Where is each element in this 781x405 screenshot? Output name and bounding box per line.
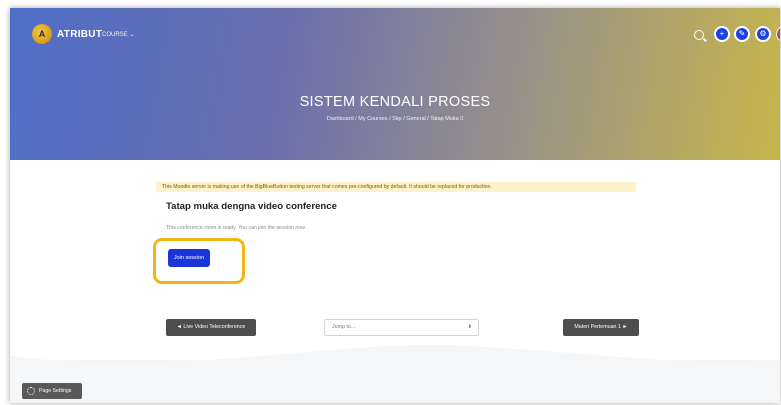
join-session-button[interactable]: Join session	[168, 249, 210, 267]
add-icon[interactable]: +	[714, 26, 730, 42]
previous-activity-button[interactable]: ◄ Live Video Teleconference	[166, 319, 256, 336]
chevron-updown-icon: ⬍	[467, 324, 472, 330]
footer-wave	[10, 338, 780, 403]
browser-page: A ATRIBUT COURSE ⌄ + ✎ ⚙ SISTEM KENDALI …	[10, 8, 780, 403]
settings-icon[interactable]: ⚙	[755, 26, 771, 42]
top-navbar: A ATRIBUT COURSE ⌄ + ✎ ⚙	[10, 8, 780, 52]
search-icon[interactable]	[694, 30, 704, 40]
activity-title: Tatap muka dengna video conference	[166, 201, 337, 212]
logo-icon[interactable]: A	[32, 24, 52, 44]
breadcrumb[interactable]: Dashboard / My Courses / Skp / General /…	[10, 116, 780, 122]
gear-icon	[27, 387, 35, 395]
page-settings-button[interactable]: Page Settings	[22, 383, 82, 399]
page-settings-label: Page Settings	[39, 388, 72, 394]
room-status-message: This conference room is ready. You can j…	[166, 225, 307, 231]
main-content: This Moodle server is making use of the …	[10, 160, 780, 360]
course-menu[interactable]: COURSE ⌄	[102, 31, 134, 38]
warning-notice: This Moodle server is making use of the …	[156, 182, 636, 192]
edit-icon[interactable]: ✎	[734, 26, 750, 42]
next-activity-button[interactable]: Materi Pertemuan 1 ►	[563, 319, 639, 336]
course-header-banner: A ATRIBUT COURSE ⌄ + ✎ ⚙ SISTEM KENDALI …	[10, 8, 780, 160]
jump-to-select[interactable]: Jump to... ⬍	[324, 319, 479, 336]
avatar[interactable]	[776, 26, 780, 42]
jump-to-label: Jump to...	[332, 324, 356, 330]
brand-name[interactable]: ATRIBUT	[57, 29, 102, 40]
page-title: SISTEM KENDALI PROSES	[299, 94, 491, 110]
